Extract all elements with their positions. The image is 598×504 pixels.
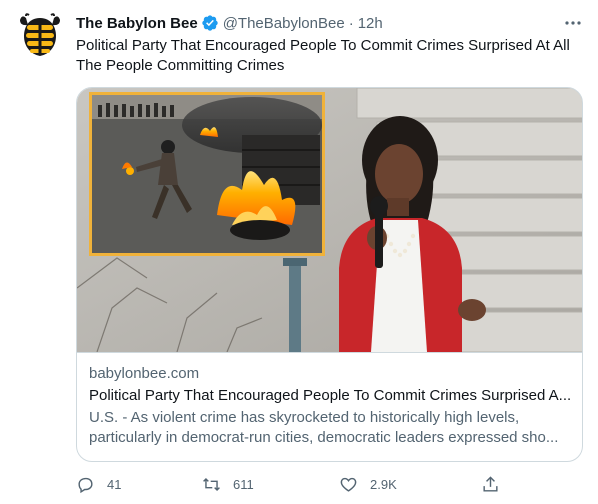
more-dots-icon — [565, 21, 581, 25]
bee-logo-icon — [16, 12, 64, 60]
share-button[interactable] — [481, 470, 500, 498]
author-handle[interactable]: @TheBabylonBee — [223, 15, 345, 32]
card-domain: babylonbee.com — [89, 365, 200, 382]
link-card[interactable]: babylonbee.com Political Party That Enco… — [76, 87, 583, 462]
reply-count: 41 — [107, 476, 122, 492]
retweet-icon — [203, 477, 220, 491]
heart-icon — [340, 477, 357, 492]
avatar[interactable] — [16, 12, 64, 60]
more-options-button[interactable] — [562, 14, 584, 32]
reply-icon — [78, 477, 93, 493]
tweet[interactable]: The Babylon Bee @TheBabylonBee · 12h Pol… — [0, 0, 598, 504]
tweet-header: The Babylon Bee @TheBabylonBee · 12h — [76, 12, 383, 34]
share-icon — [483, 475, 498, 492]
card-title: Political Party That Encouraged People T… — [89, 387, 572, 404]
tweet-text: Political Party That Encouraged People T… — [76, 37, 570, 74]
retweet-button[interactable]: 611 — [202, 470, 254, 498]
card-description: U.S. - As violent crime has skyrocketed … — [89, 409, 559, 446]
reply-button[interactable]: 41 — [76, 470, 121, 498]
retweet-count: 611 — [233, 476, 254, 492]
separator-dot: · — [348, 14, 354, 32]
author-display-name[interactable]: The Babylon Bee — [76, 15, 198, 32]
action-bar: 41 611 2.9K — [68, 470, 508, 498]
tweet-timestamp[interactable]: 12h — [358, 15, 383, 32]
like-count: 2.9K — [370, 476, 397, 492]
card-meta[interactable]: babylonbee.com Political Party That Enco… — [77, 352, 582, 461]
verified-badge-icon — [201, 14, 219, 32]
like-button[interactable]: 2.9K — [339, 470, 397, 498]
card-image[interactable] — [77, 88, 582, 352]
